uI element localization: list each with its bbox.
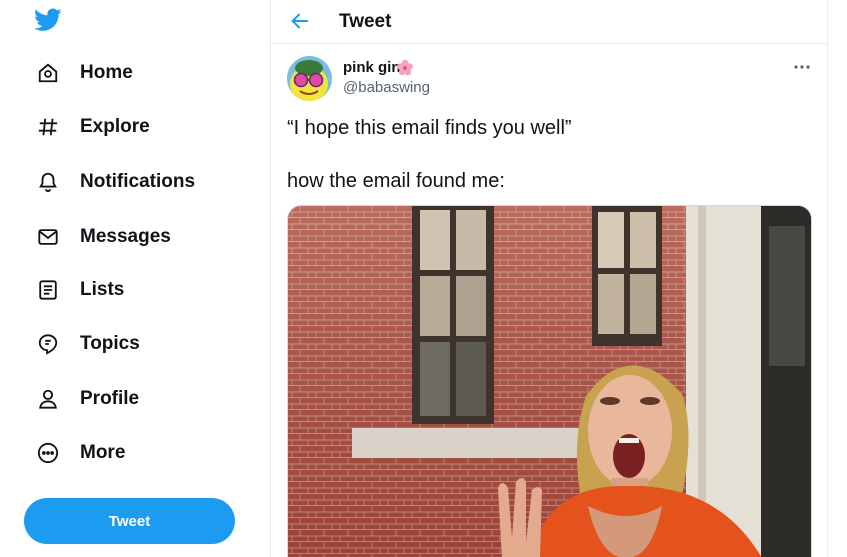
sidebar-item-label: Notifications — [80, 171, 196, 192]
sidebar-item-more[interactable]: More — [22, 431, 137, 475]
more-circle-icon — [36, 441, 60, 465]
tweet-media-image[interactable] — [287, 205, 812, 557]
page-title: Tweet — [339, 11, 392, 32]
list-icon — [36, 278, 60, 302]
tweet-text-line: “I hope this email finds you well” — [287, 117, 572, 139]
sidebar-item-label: Explore — [80, 116, 150, 137]
sidebar-item-explore[interactable]: Explore — [22, 105, 162, 149]
hashtag-icon — [36, 115, 60, 139]
back-arrow-icon[interactable] — [289, 10, 311, 32]
sidebar-item-messages[interactable]: Messages — [22, 215, 183, 259]
page-header: Tweet — [271, 0, 827, 44]
sidebar-item-label: Lists — [80, 279, 125, 300]
sidebar-item-label: Home — [80, 62, 133, 83]
home-icon — [36, 61, 60, 85]
sidebar-item-topics[interactable]: Topics — [22, 322, 152, 366]
sidebar-item-profile[interactable]: Profile — [22, 377, 151, 421]
sidebar-item-home[interactable]: Home — [22, 51, 145, 95]
main-column: Tweet pink gin @babaswing “I hope this e… — [270, 0, 828, 557]
more-options-icon[interactable] — [793, 58, 811, 76]
tweet-text-line: how the email found me: — [287, 170, 505, 192]
sidebar-item-label: Topics — [80, 333, 140, 354]
tweet-display-name[interactable]: pink gin — [343, 59, 401, 76]
topics-icon — [36, 332, 60, 356]
tweet-handle[interactable]: @babaswing — [343, 79, 430, 96]
envelope-icon — [36, 225, 60, 249]
bell-icon — [36, 170, 60, 194]
sidebar-item-label: Messages — [80, 226, 171, 247]
sidebar-item-label: More — [80, 442, 126, 463]
sidebar: Home Explore Notifications Messages List… — [0, 0, 270, 557]
avatar[interactable] — [287, 56, 332, 101]
twitter-logo-icon[interactable] — [34, 8, 62, 32]
person-icon — [36, 387, 60, 411]
tweet-button[interactable]: Tweet — [24, 498, 235, 544]
sidebar-item-notifications[interactable]: Notifications — [22, 160, 207, 204]
sidebar-item-label: Profile — [80, 388, 140, 409]
sidebar-item-lists[interactable]: Lists — [22, 268, 136, 312]
flower-icon — [397, 59, 413, 76]
